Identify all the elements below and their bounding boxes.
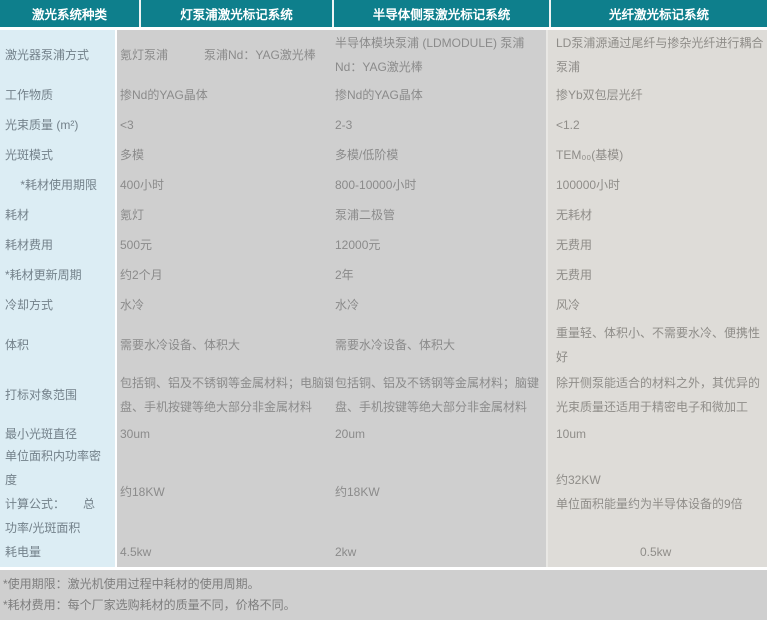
table-row-consumables: 耗材 氪灯 泵浦二极管 无耗材: [0, 200, 767, 230]
table-row-power-consumption: 耗电量 4.5kw 2kw 0.5kw: [0, 536, 767, 567]
cell-semiconductor: 需要水冷设备、体积大: [333, 320, 546, 370]
cell-semiconductor: 半导体模块泵浦 (LDMODULE) 泵浦 Nd：YAG激光棒: [333, 30, 546, 80]
row-label: 激光器泵浦方式: [0, 30, 117, 80]
cell-fiber: 掺Yb双包层光纤: [546, 80, 767, 110]
row-label: 冷却方式: [0, 290, 117, 320]
cell-semiconductor: 2年: [333, 260, 546, 290]
row-label: 耗材费用: [0, 230, 117, 260]
cell-fiber: 10um: [546, 420, 767, 448]
table-row-power-density: 单位面积内功率密 度 计算公式： 总 功率/光斑面积 约18KW 约18KW 约…: [0, 448, 767, 536]
cell-semiconductor: 泵浦二极管: [333, 200, 546, 230]
row-label: 耗电量: [0, 536, 117, 567]
table-row-marking-targets: 打标对象范围 包括铜、铝及不锈钢等金属材料；电脑键 盘、手机按键等绝大部分非金属…: [0, 370, 767, 420]
header-label: 灯泵浦激光标记系统: [180, 4, 293, 23]
cell-fiber: <1.2: [546, 110, 767, 140]
cell-lamp: 多模: [117, 140, 333, 170]
table-row-consumable-lifetime: *耗材使用期限 400小时 800-10000小时 100000小时: [0, 170, 767, 200]
table-row-volume: 体积 需要水冷设备、体积大 需要水冷设备、体积大 重量轻、体积小、不需要水冷、便…: [0, 320, 767, 370]
cell-semiconductor: 约18KW: [333, 448, 546, 536]
cell-fiber: 除开侧泵能适合的材料之外，其优异的 光束质量还适用于精密电子和微加工: [546, 370, 767, 420]
header-cell-system-type: 激光系统种类: [0, 0, 141, 27]
row-label: 光束质量 (m²): [0, 110, 117, 140]
cell-fiber: 约32KW 单位面积能量约为半导体设备的9倍: [546, 448, 767, 536]
cell-lamp: 氪灯: [117, 200, 333, 230]
cell-semiconductor: 2-3: [333, 110, 546, 140]
row-label: *耗材使用期限: [0, 170, 117, 200]
header-label: 半导体侧泵激光标记系统: [373, 4, 511, 23]
row-label: *耗材更新周期: [0, 260, 117, 290]
cell-lamp: 水冷: [117, 290, 333, 320]
cell-fiber: 无费用: [546, 230, 767, 260]
cell-lamp: 氪灯泵浦 泵浦Nd：YAG激光棒: [117, 30, 333, 80]
cell-lamp: 400小时: [117, 170, 333, 200]
footnote-usage-period: *使用期限：激光机使用过程中耗材的使用周期。: [3, 574, 767, 595]
cell-lamp: 4.5kw: [117, 536, 333, 567]
cell-fiber: 重量轻、体积小、不需要水冷、便携性 好: [546, 320, 767, 370]
cell-semiconductor: 20um: [333, 420, 546, 448]
table-row-working-substance: 工作物质 掺Nd的YAG晶体 掺Nd的YAG晶体 掺Yb双包层光纤: [0, 80, 767, 110]
cell-lamp: <3: [117, 110, 333, 140]
row-label: 打标对象范围: [0, 370, 117, 420]
cell-semiconductor: 2kw: [333, 536, 546, 567]
table-row-min-spot-diameter: 最小光斑直径 30um 20um 10um: [0, 420, 767, 448]
table-row-pump-method: 激光器泵浦方式 氪灯泵浦 泵浦Nd：YAG激光棒 半导体模块泵浦 (LDMODU…: [0, 30, 767, 80]
cell-fiber: TEM₀₀(基模): [546, 140, 767, 170]
cell-lamp: 30um: [117, 420, 333, 448]
header-cell-fiber-laser: 光纤激光标记系统: [551, 0, 767, 27]
cell-fiber: 无费用: [546, 260, 767, 290]
header-cell-lamp-pumped: 灯泵浦激光标记系统: [141, 0, 334, 27]
footnote-consumable-cost: *耗材费用：每个厂家选购耗材的质量不同，价格不同。: [3, 595, 767, 616]
cell-semiconductor: 包括铜、铝及不锈钢等金属材料；脑键 盘、手机按键等绝大部分非金属材料: [333, 370, 546, 420]
table-row-beam-quality: 光束质量 (m²) <3 2-3 <1.2: [0, 110, 767, 140]
cell-fiber: 100000小时: [546, 170, 767, 200]
cell-lamp: 需要水冷设备、体积大: [117, 320, 333, 370]
cell-fiber: 无耗材: [546, 200, 767, 230]
header-label: 光纤激光标记系统: [609, 4, 709, 23]
cell-lamp: 约2个月: [117, 260, 333, 290]
table-row-consumable-cost: 耗材费用 500元 12000元 无费用: [0, 230, 767, 260]
row-label: 耗材: [0, 200, 117, 230]
cell-fiber: 风冷: [546, 290, 767, 320]
row-label: 体积: [0, 320, 117, 370]
footnotes: *使用期限：激光机使用过程中耗材的使用周期。 *耗材费用：每个厂家选购耗材的质量…: [0, 570, 767, 620]
table-row-spot-mode: 光斑模式 多模 多模/低阶模 TEM₀₀(基模): [0, 140, 767, 170]
cell-lamp: 包括铜、铝及不锈钢等金属材料；电脑键 盘、手机按键等绝大部分非金属材料: [117, 370, 333, 420]
cell-semiconductor: 800-10000小时: [333, 170, 546, 200]
cell-fiber: 0.5kw: [546, 536, 767, 567]
header-label: 激光系统种类: [32, 4, 107, 23]
cell-semiconductor: 12000元: [333, 230, 546, 260]
table-header-row: 激光系统种类 灯泵浦激光标记系统 半导体侧泵激光标记系统 光纤激光标记系统: [0, 0, 767, 27]
row-label: 光斑模式: [0, 140, 117, 170]
header-cell-semiconductor-side-pump: 半导体侧泵激光标记系统: [334, 0, 551, 27]
cell-fiber: LD泵浦源通过尾纤与掺杂光纤进行耦合 泵浦: [546, 30, 767, 80]
comparison-table: 激光系统种类 灯泵浦激光标记系统 半导体侧泵激光标记系统 光纤激光标记系统 激光…: [0, 0, 767, 616]
cell-lamp: 约18KW: [117, 448, 333, 536]
cell-semiconductor: 多模/低阶模: [333, 140, 546, 170]
row-label: 单位面积内功率密 度 计算公式： 总 功率/光斑面积: [0, 448, 117, 536]
cell-lamp: 500元: [117, 230, 333, 260]
cell-semiconductor: 掺Nd的YAG晶体: [333, 80, 546, 110]
cell-semiconductor: 水冷: [333, 290, 546, 320]
cell-lamp: 掺Nd的YAG晶体: [117, 80, 333, 110]
table-row-replacement-cycle: *耗材更新周期 约2个月 2年 无费用: [0, 260, 767, 290]
table-row-cooling-method: 冷却方式 水冷 水冷 风冷: [0, 290, 767, 320]
row-label: 工作物质: [0, 80, 117, 110]
